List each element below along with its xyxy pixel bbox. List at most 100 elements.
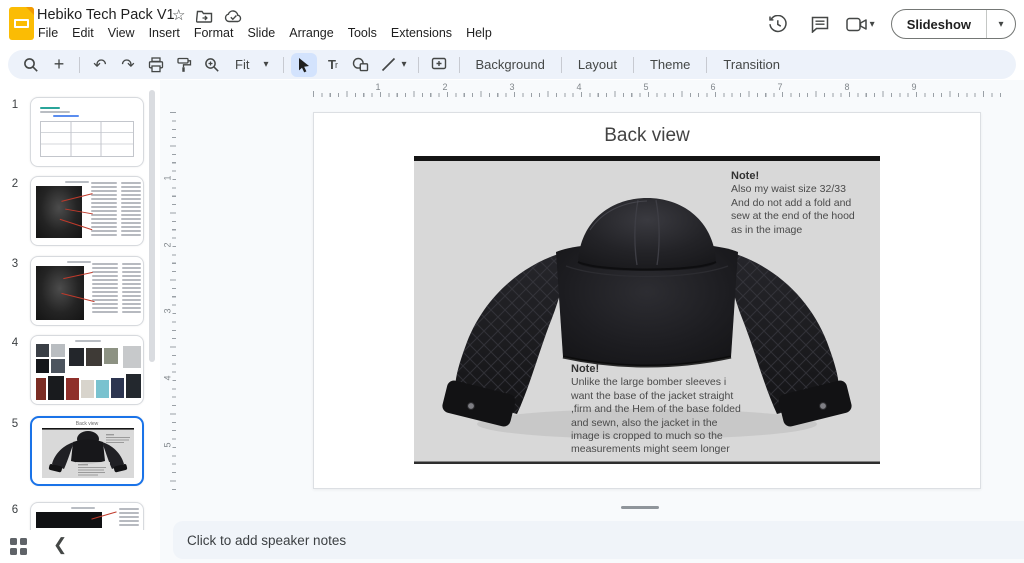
h-ruler-number: 8 xyxy=(842,82,851,92)
logo-fold xyxy=(26,7,34,15)
layout-button[interactable]: Layout xyxy=(569,53,626,77)
toolbar-divider xyxy=(706,57,707,73)
logo-inner-shape xyxy=(14,19,29,28)
cursor-arrow-icon xyxy=(297,57,311,73)
zoom-fit-label: Fit xyxy=(235,57,249,72)
zoom-in-icon xyxy=(204,57,220,73)
slideshow-options-button[interactable]: ▾ xyxy=(987,10,1015,38)
speaker-notes-panel[interactable]: Click to add speaker notes xyxy=(173,521,1024,559)
insert-line-button[interactable] xyxy=(375,53,401,77)
slide-thumbnail-5-selected[interactable]: Back view xyxy=(30,416,144,486)
thumb4-ref-image xyxy=(81,380,94,398)
menubar: File Edit View Insert Format Slide Arran… xyxy=(31,24,499,42)
thumb3-title-line xyxy=(67,261,91,263)
insert-shape-button[interactable] xyxy=(347,53,373,77)
menu-view[interactable]: View xyxy=(101,24,142,42)
text-box-button[interactable]: Tr xyxy=(319,53,345,77)
thumb4-ref-image xyxy=(86,348,102,366)
version-history-icon[interactable] xyxy=(762,9,794,39)
slide-filmstrip: 1 2 xyxy=(0,80,160,563)
search-menus-button[interactable] xyxy=(18,53,44,77)
note-bottom-title: Note! xyxy=(571,363,747,376)
transition-button[interactable]: Transition xyxy=(714,53,789,77)
zoom-button[interactable] xyxy=(199,53,225,77)
caret-down-icon: ▾ xyxy=(263,59,268,70)
current-slide[interactable]: Back view xyxy=(313,112,981,489)
slide-thumbnail-1[interactable] xyxy=(30,97,144,167)
slide-number: 5 xyxy=(0,416,30,486)
thumb2-jacket-image xyxy=(36,186,82,238)
menu-extensions[interactable]: Extensions xyxy=(384,24,459,42)
toolbar-divider xyxy=(459,57,460,73)
line-options-caret[interactable]: ▾ xyxy=(401,59,406,70)
h-ruler-number: 5 xyxy=(641,82,650,92)
menu-insert[interactable]: Insert xyxy=(142,24,187,42)
thumb6-title-line xyxy=(71,507,95,509)
note-top[interactable]: Note! Also my waist size 32/33 And do no… xyxy=(731,170,873,237)
h-ruler-half-ticks xyxy=(313,91,1007,97)
menu-format[interactable]: Format xyxy=(187,24,241,42)
new-slide-button[interactable]: + xyxy=(46,53,72,77)
h-ruler-number: 2 xyxy=(440,82,449,92)
undo-button[interactable]: ↶ xyxy=(87,53,113,77)
note-bottom-body: Unlike the large bomber sleeves i want t… xyxy=(571,376,741,455)
meet-call-control[interactable]: ▾ xyxy=(846,17,875,32)
select-tool-button[interactable] xyxy=(291,53,317,77)
toolbar-divider xyxy=(418,57,419,73)
notes-resize-handle[interactable] xyxy=(621,506,659,509)
slide-thumbnail-2[interactable] xyxy=(30,176,144,246)
redo-button[interactable]: ↷ xyxy=(115,53,141,77)
document-title[interactable]: Hebiko Tech Pack V1 xyxy=(37,7,175,23)
slide-number: 3 xyxy=(0,256,30,326)
filmstrip-row-6: 6 xyxy=(0,502,144,530)
jacket-image-block[interactable]: Note! Also my waist size 32/33 And do no… xyxy=(414,156,880,464)
slide-title[interactable]: Back view xyxy=(314,125,980,147)
menu-arrange[interactable]: Arrange xyxy=(282,24,340,42)
slide-thumbnail-4[interactable] xyxy=(30,335,144,405)
star-icon[interactable]: ☆ xyxy=(172,8,185,24)
add-comment-icon xyxy=(431,57,447,72)
collapse-filmstrip-button[interactable]: ❮ xyxy=(47,533,73,557)
menu-file[interactable]: File xyxy=(31,24,65,42)
slide-thumbnail-6[interactable] xyxy=(30,502,144,530)
filmstrip-scrollbar[interactable] xyxy=(149,90,155,362)
filmstrip-row-5: 5 Back view xyxy=(0,416,144,486)
grid-view-button[interactable] xyxy=(10,538,27,555)
thumb1-text-line xyxy=(40,111,70,113)
paint-format-button[interactable] xyxy=(171,53,197,77)
menu-slide[interactable]: Slide xyxy=(240,24,282,42)
app-header: Hebiko Tech Pack V1 ☆ File Edit View Ins… xyxy=(0,0,1024,48)
filmstrip-row-4: 4 xyxy=(0,335,144,405)
editing-canvas: 1 2 3 4 5 6 7 8 9 1 2 3 4 5 Back view xyxy=(160,80,1024,563)
h-ruler-number: 3 xyxy=(507,82,516,92)
print-button[interactable] xyxy=(143,53,169,77)
search-icon xyxy=(23,57,39,73)
slide-thumbnail-3[interactable] xyxy=(30,256,144,326)
menu-help[interactable]: Help xyxy=(459,24,499,42)
toolbar-divider xyxy=(79,57,80,73)
title-actions: ☆ xyxy=(172,8,243,24)
note-bottom[interactable]: Note! Unlike the large bomber sleeves i … xyxy=(571,363,747,457)
menu-edit[interactable]: Edit xyxy=(65,24,101,42)
note-top-body: Also my waist size 32/33 And do not add … xyxy=(731,183,855,235)
thumb4-ref-image xyxy=(126,374,141,398)
cloud-status-icon[interactable] xyxy=(224,9,243,23)
background-button[interactable]: Background xyxy=(467,53,554,77)
caret-down-icon: ▾ xyxy=(998,19,1003,30)
thumb4-ref-image xyxy=(66,378,79,400)
thumb4-ref-image xyxy=(111,378,124,398)
thumb1-heading-line xyxy=(40,107,60,109)
thumb5-jacket xyxy=(42,428,134,478)
comments-icon[interactable] xyxy=(804,9,836,39)
h-ruler-number: 4 xyxy=(574,82,583,92)
theme-button[interactable]: Theme xyxy=(641,53,699,77)
move-folder-icon[interactable] xyxy=(196,9,213,23)
thumb4-ref-image xyxy=(36,344,49,357)
slide-number: 6 xyxy=(0,502,30,530)
slideshow-button[interactable]: Slideshow xyxy=(892,10,986,38)
insert-comment-button[interactable] xyxy=(426,53,452,77)
menu-tools[interactable]: Tools xyxy=(341,24,384,42)
zoom-fit-dropdown[interactable]: Fit ▾ xyxy=(227,57,276,72)
grid-view-icon xyxy=(10,538,17,545)
slideshow-split-button: Slideshow ▾ xyxy=(891,9,1016,39)
